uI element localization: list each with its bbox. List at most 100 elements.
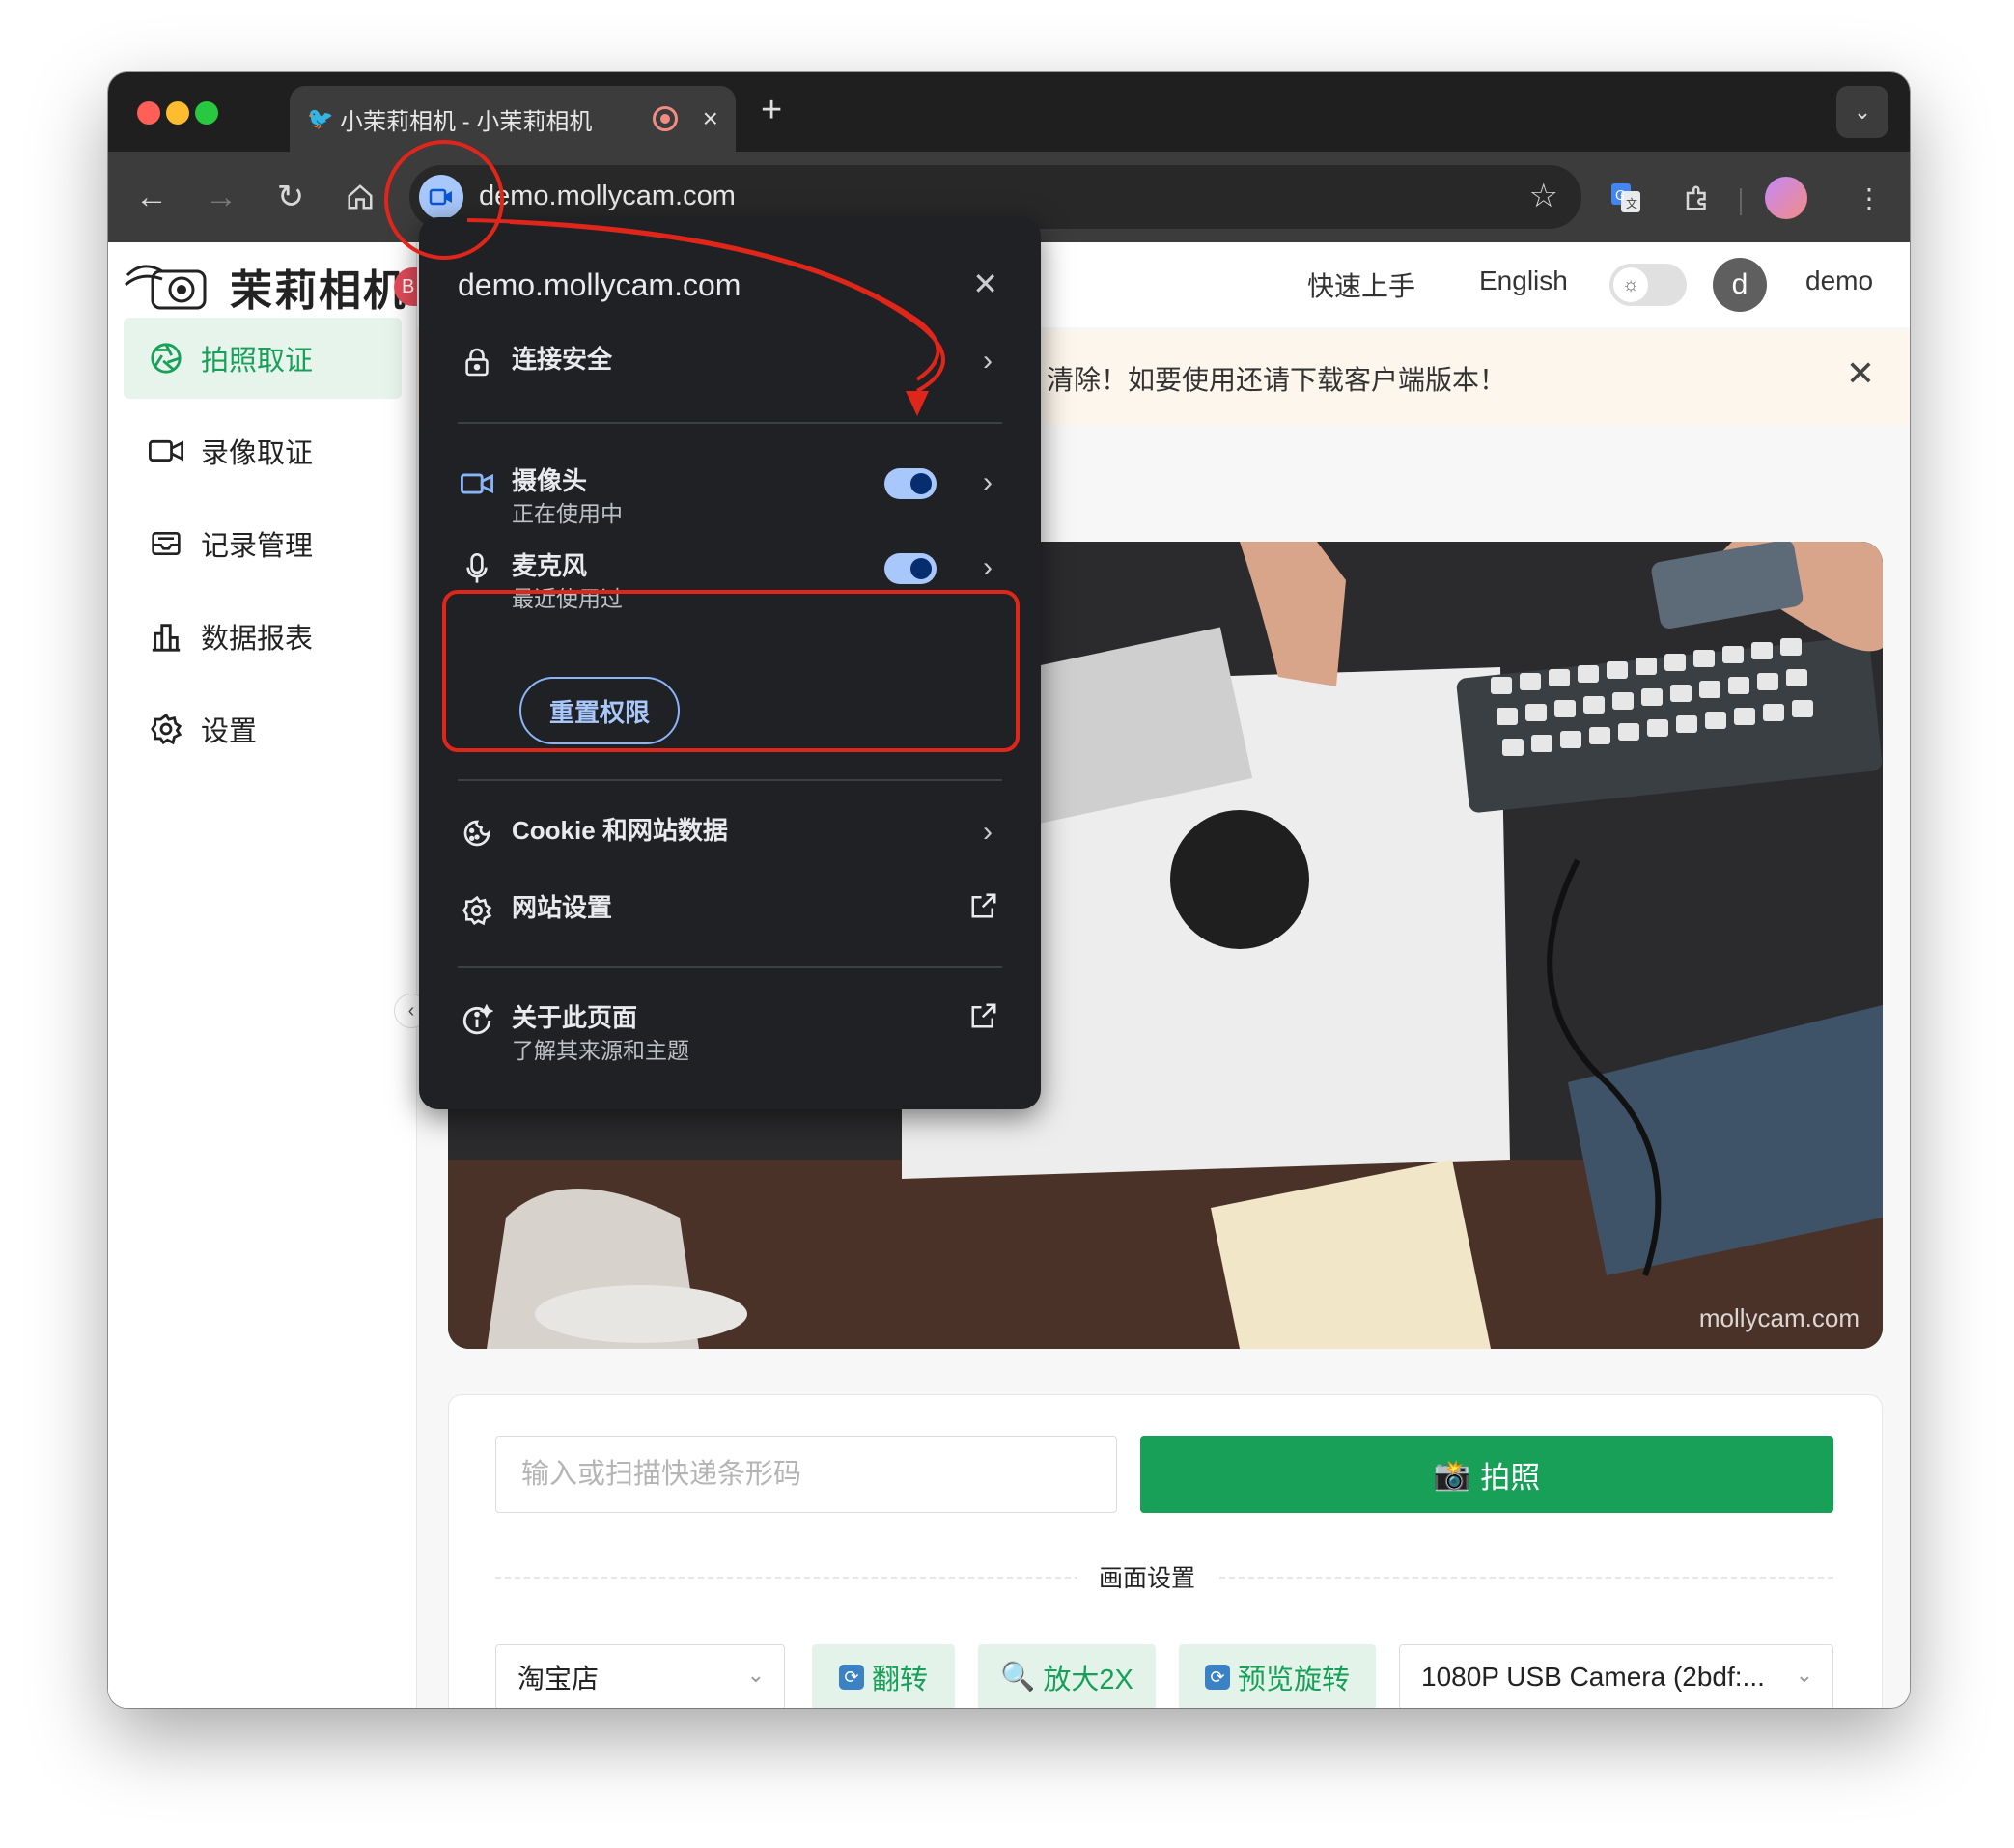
microphone-icon <box>458 549 496 588</box>
camera-permission-status: 正在使用中 <box>512 501 623 526</box>
microphone-permission-label: 麦克风 <box>512 551 588 580</box>
shoot-button[interactable]: 📸 拍照 <box>1140 1436 1833 1513</box>
tab-search-chevron-icon[interactable]: ⌄ <box>1836 86 1888 138</box>
camera-watermark: mollycam.com <box>1698 1303 1860 1332</box>
magnifier-icon: 🔍 <box>1000 1662 1036 1693</box>
flip-button-label: 翻转 <box>871 1665 928 1695</box>
forward-arrow-icon[interactable]: → <box>197 173 245 221</box>
tab-title: 小茉莉相机 - 小茉莉相机 <box>340 108 593 135</box>
rotate-button-label: 预览旋转 <box>1237 1665 1350 1695</box>
chevron-down-icon: ⌄ <box>1795 1663 1813 1687</box>
logo-text: 茉莉相机 <box>230 266 407 316</box>
browser-tab[interactable]: 🐦 小茉莉相机 - 小茉莉相机 × <box>290 86 736 152</box>
sidebar-item-label: 记录管理 <box>201 531 314 562</box>
site-settings-label: 网站设置 <box>512 893 613 922</box>
camera-device-select[interactable]: 1080P USB Camera (2bdf:... ⌄ <box>1399 1644 1833 1708</box>
cookies-row[interactable]: Cookie 和网站数据 › <box>458 814 1002 853</box>
popup-title: demo.mollycam.com <box>458 267 741 302</box>
info-history-icon <box>458 1001 496 1040</box>
translate-icon[interactable]: G文 <box>1607 179 1645 217</box>
theme-toggle[interactable]: ☼ <box>1609 264 1687 306</box>
home-icon[interactable] <box>336 173 384 221</box>
sidebar-item-reports[interactable]: 数据报表 <box>124 596 402 677</box>
barcode-input[interactable] <box>495 1436 1117 1513</box>
shoot-button-label: 拍照 <box>1480 1460 1541 1495</box>
camera-wings-logo-icon <box>125 265 207 310</box>
sidebar-item-video[interactable]: 录像取证 <box>124 410 402 491</box>
site-settings-row[interactable]: 网站设置 <box>458 891 1002 930</box>
popup-separator <box>458 422 1002 424</box>
connection-security-label: 连接安全 <box>512 345 613 374</box>
sun-icon: ☼ <box>1613 267 1648 302</box>
lock-icon <box>458 343 496 381</box>
rotate-preview-button[interactable]: ⟳ 预览旋转 <box>1179 1644 1376 1708</box>
back-arrow-icon[interactable]: ← <box>127 173 176 221</box>
tab-strip: 🐦 小茉莉相机 - 小茉莉相机 × + ⌄ <box>108 72 1910 152</box>
microphone-permission-row[interactable]: 麦克风 最近使用过 › <box>458 549 1002 615</box>
reload-icon[interactable]: ↻ <box>266 173 315 221</box>
bar-chart-icon <box>147 617 185 656</box>
chevron-right-icon[interactable]: › <box>983 466 993 499</box>
chevron-right-icon[interactable]: › <box>983 551 993 584</box>
minimize-window-button[interactable] <box>166 101 189 125</box>
chevron-right-icon: › <box>983 345 993 377</box>
banner-text: 清除！如要使用还请下载客户端版本！ <box>1047 365 1507 395</box>
cookies-label: Cookie 和网站数据 <box>512 816 728 845</box>
camera-permission-label: 摄像头 <box>512 466 588 495</box>
chevron-right-icon: › <box>983 816 993 848</box>
avatar[interactable]: d <box>1713 258 1767 312</box>
url-text[interactable]: demo.mollycam.com <box>479 181 736 212</box>
svg-text:文: 文 <box>1626 196 1637 210</box>
username[interactable]: demo <box>1805 266 1873 296</box>
external-link-icon <box>969 891 998 925</box>
flip-button[interactable]: ⟳ 翻转 <box>812 1644 955 1708</box>
about-page-label: 关于此页面 <box>512 1003 638 1032</box>
rotate-icon: ⟳ <box>1204 1665 1230 1690</box>
favicon-icon: 🐦 <box>307 106 334 130</box>
zoom-window-button[interactable] <box>195 101 218 125</box>
about-page-subtitle: 了解其来源和主题 <box>512 1038 689 1063</box>
profile-avatar[interactable] <box>1765 177 1807 219</box>
microphone-permission-text: 麦克风 最近使用过 <box>512 549 623 615</box>
about-page-row[interactable]: 关于此页面 了解其来源和主题 <box>458 1001 1002 1067</box>
tab-close-icon[interactable]: × <box>703 103 718 134</box>
popup-close-icon[interactable]: ✕ <box>972 266 998 302</box>
sidebar-item-label: 设置 <box>201 716 258 747</box>
sidebar: 茉莉相机 B 拍照取证 录像取证 记录管理 数据报表 设置 ‹ <box>108 242 429 1708</box>
zoom-button-label: 放大2X <box>1043 1665 1133 1695</box>
sidebar-item-settings[interactable]: 设置 <box>124 688 402 770</box>
microphone-permission-status: 最近使用过 <box>512 586 623 611</box>
sidebar-item-records[interactable]: 记录管理 <box>124 503 402 584</box>
video-camera-icon <box>458 464 496 503</box>
bookmark-star-icon[interactable]: ☆ <box>1529 177 1558 215</box>
camera-permission-toggle[interactable] <box>884 468 937 499</box>
section-label: 画面设置 <box>1077 1559 1217 1594</box>
chevron-down-icon: ⌄ <box>746 1663 765 1687</box>
gear-icon <box>147 710 185 748</box>
camera-permission-row[interactable]: 摄像头 正在使用中 › <box>458 464 1002 530</box>
kebab-menu-icon[interactable]: ⋮ <box>1850 179 1888 217</box>
camera-in-use-icon[interactable] <box>419 175 463 219</box>
browser-window: 🐦 小茉莉相机 - 小茉莉相机 × + ⌄ ← → ↻ demo.mollyca… <box>108 72 1910 1708</box>
extensions-puzzle-icon[interactable] <box>1678 179 1717 217</box>
flip-icon: ⟳ <box>838 1665 864 1690</box>
sidebar-item-photo[interactable]: 拍照取证 <box>124 318 402 399</box>
about-page-text: 关于此页面 了解其来源和主题 <box>512 1001 689 1067</box>
new-tab-button[interactable]: + <box>761 90 782 131</box>
microphone-permission-toggle[interactable] <box>884 553 937 584</box>
cookie-icon <box>458 814 496 853</box>
sidebar-item-label: 拍照取证 <box>201 346 314 377</box>
gear-icon <box>458 891 496 930</box>
quick-start-link[interactable]: 快速上手 <box>1307 266 1415 304</box>
camera-flash-icon: 📸 <box>1433 1457 1471 1492</box>
camera-permission-text: 摄像头 正在使用中 <box>512 464 623 530</box>
camera-select-value: 1080P USB Camera (2bdf:... <box>1421 1662 1765 1692</box>
reset-permissions-button[interactable]: 重置权限 <box>519 677 680 744</box>
toolbar-separator <box>1740 188 1742 215</box>
close-window-button[interactable] <box>137 101 160 125</box>
language-switch-link[interactable]: English <box>1479 266 1568 296</box>
zoom-button[interactable]: 🔍 放大2X <box>978 1644 1156 1708</box>
store-select[interactable]: 淘宝店 ⌄ <box>495 1644 785 1708</box>
banner-close-icon[interactable]: ✕ <box>1846 353 1875 394</box>
connection-security-row[interactable]: 连接安全 › <box>458 343 1002 381</box>
